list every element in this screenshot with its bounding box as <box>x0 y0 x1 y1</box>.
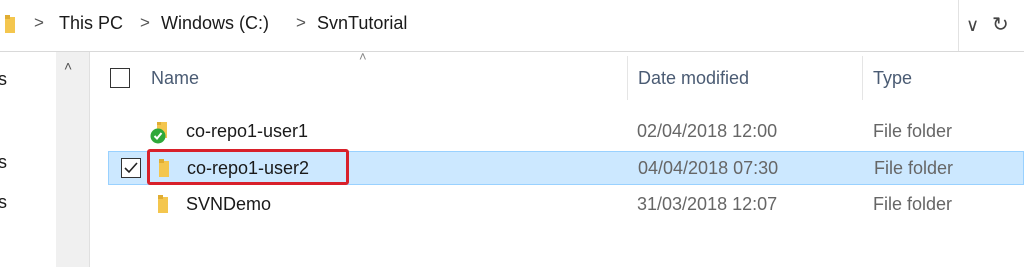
breadcrumb-separator[interactable]: > <box>296 13 306 33</box>
checkmark-icon <box>124 162 138 174</box>
breadcrumb-separator[interactable]: > <box>140 13 150 33</box>
nav-scrollbar[interactable] <box>56 52 90 267</box>
file-name[interactable]: co-repo1-user1 <box>186 121 308 142</box>
column-divider[interactable] <box>627 56 628 100</box>
refresh-icon[interactable]: ↻ <box>992 12 1009 37</box>
file-row-svndemo[interactable]: SVNDemo 31/03/2018 12:07 File folder <box>108 188 1024 222</box>
nav-item-fragment[interactable]: s <box>0 152 7 173</box>
sort-ascending-icon: ˄ <box>359 49 367 64</box>
folder-icon <box>158 195 168 213</box>
column-header-name[interactable]: Name <box>151 68 199 89</box>
svn-folder-ok-icon <box>150 122 167 144</box>
file-name[interactable]: SVNDemo <box>186 194 271 215</box>
file-row-co-repo1-user1[interactable]: co-repo1-user1 02/04/2018 12:00 File fol… <box>108 115 1024 149</box>
column-header-type[interactable]: Type <box>873 68 912 89</box>
column-divider[interactable] <box>862 56 863 100</box>
breadcrumb-windows-c[interactable]: Windows (C:) <box>161 13 269 34</box>
address-bar[interactable]: > This PC > Windows (C:) > SvnTutorial ∨… <box>0 0 1024 52</box>
scroll-up-arrow-icon[interactable]: ˄ <box>64 58 72 74</box>
chevron-down-icon[interactable]: ∨ <box>966 15 979 36</box>
file-date-modified: 31/03/2018 12:07 <box>637 194 778 214</box>
nav-item-fragment[interactable]: s <box>0 69 7 90</box>
breadcrumb-separator: > <box>34 13 44 32</box>
breadcrumb-svntutorial[interactable]: SvnTutorial <box>317 13 407 34</box>
file-type: File folder <box>873 121 953 141</box>
file-type: File folder <box>873 194 953 214</box>
pane-divider <box>89 52 90 267</box>
file-date-modified: 04/04/2018 07:30 <box>638 158 779 178</box>
column-header-date-modified[interactable]: Date modified <box>638 68 749 89</box>
annotation-highlight-box <box>147 149 349 185</box>
nav-item-fragment[interactable]: s <box>0 192 7 213</box>
file-type: File folder <box>874 158 954 178</box>
row-checkbox-checked[interactable] <box>121 158 141 178</box>
file-date-modified: 02/04/2018 12:00 <box>637 121 778 141</box>
folder-icon <box>5 15 15 33</box>
breadcrumb-this-pc[interactable]: This PC <box>59 13 123 34</box>
select-all-checkbox[interactable] <box>110 68 130 88</box>
